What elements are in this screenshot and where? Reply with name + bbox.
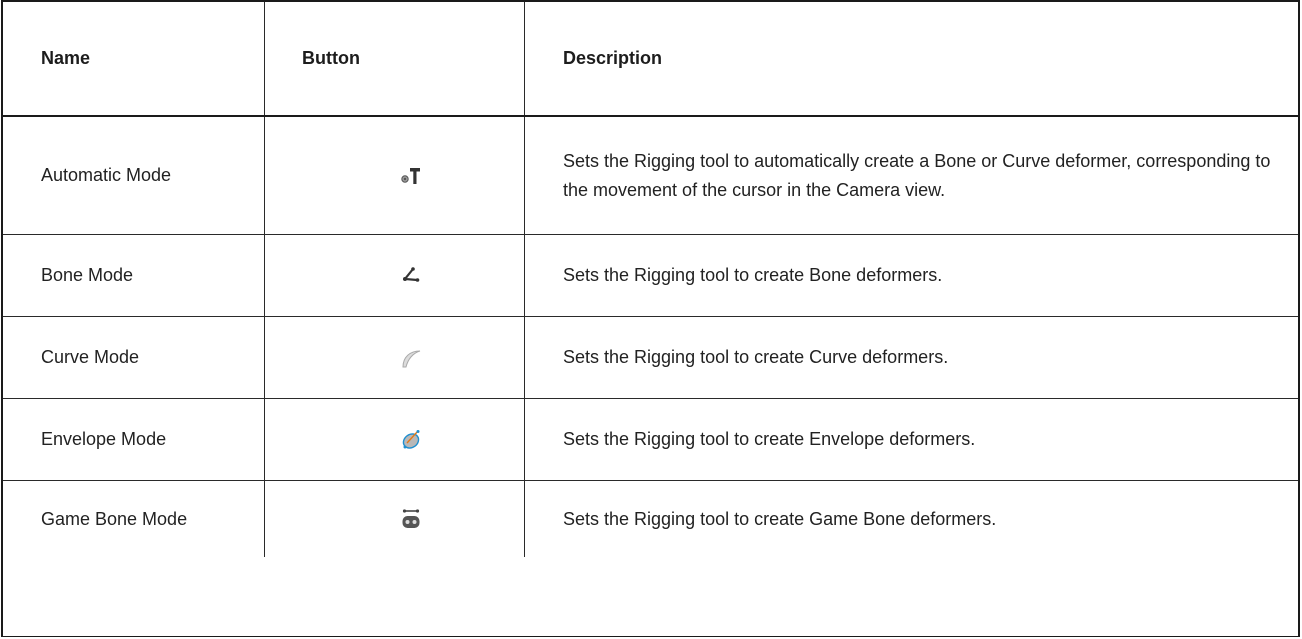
row-button-cell [265,317,525,398]
row-button-cell [265,399,525,480]
row-name: Automatic Mode [3,117,265,234]
curve-mode-icon [400,347,422,369]
row-name: Game Bone Mode [3,481,265,557]
header-button: Button [265,2,525,115]
table-row: Envelope Mode Sets the Rigging tool to c… [3,399,1298,481]
row-description: Sets the Rigging tool to automatically c… [563,150,1271,200]
row-button-cell [265,481,525,557]
row-description: Sets the Rigging tool to create Envelope… [563,429,976,449]
automatic-mode-icon [400,165,422,187]
row-description: Sets the Rigging tool to create Bone def… [563,265,943,285]
bone-mode-icon [400,265,422,287]
table-row: Curve Mode Sets the Rigging tool to crea… [3,317,1298,399]
row-description: Sets the Rigging tool to create Game Bon… [563,508,997,529]
table-row: Bone Mode Sets the Rigging tool to creat… [3,235,1298,317]
table-row: Game Bone Mode Sets the Rigging tool to … [3,481,1298,557]
row-name: Envelope Mode [3,399,265,480]
table-row: Automatic Mode Sets the Rigging tool to … [3,117,1298,235]
row-button-cell [265,235,525,316]
row-button-cell [265,117,525,234]
header-description: Description [563,48,663,68]
envelope-mode-icon [400,429,422,451]
game-bone-mode-icon [400,508,422,530]
rigging-modes-table: Name Button Description Automatic Mode S… [1,0,1300,637]
row-name: Bone Mode [3,235,265,316]
row-name: Curve Mode [3,317,265,398]
header-name: Name [3,2,265,115]
row-description: Sets the Rigging tool to create Curve de… [563,347,949,367]
table-header-row: Name Button Description [3,2,1298,117]
